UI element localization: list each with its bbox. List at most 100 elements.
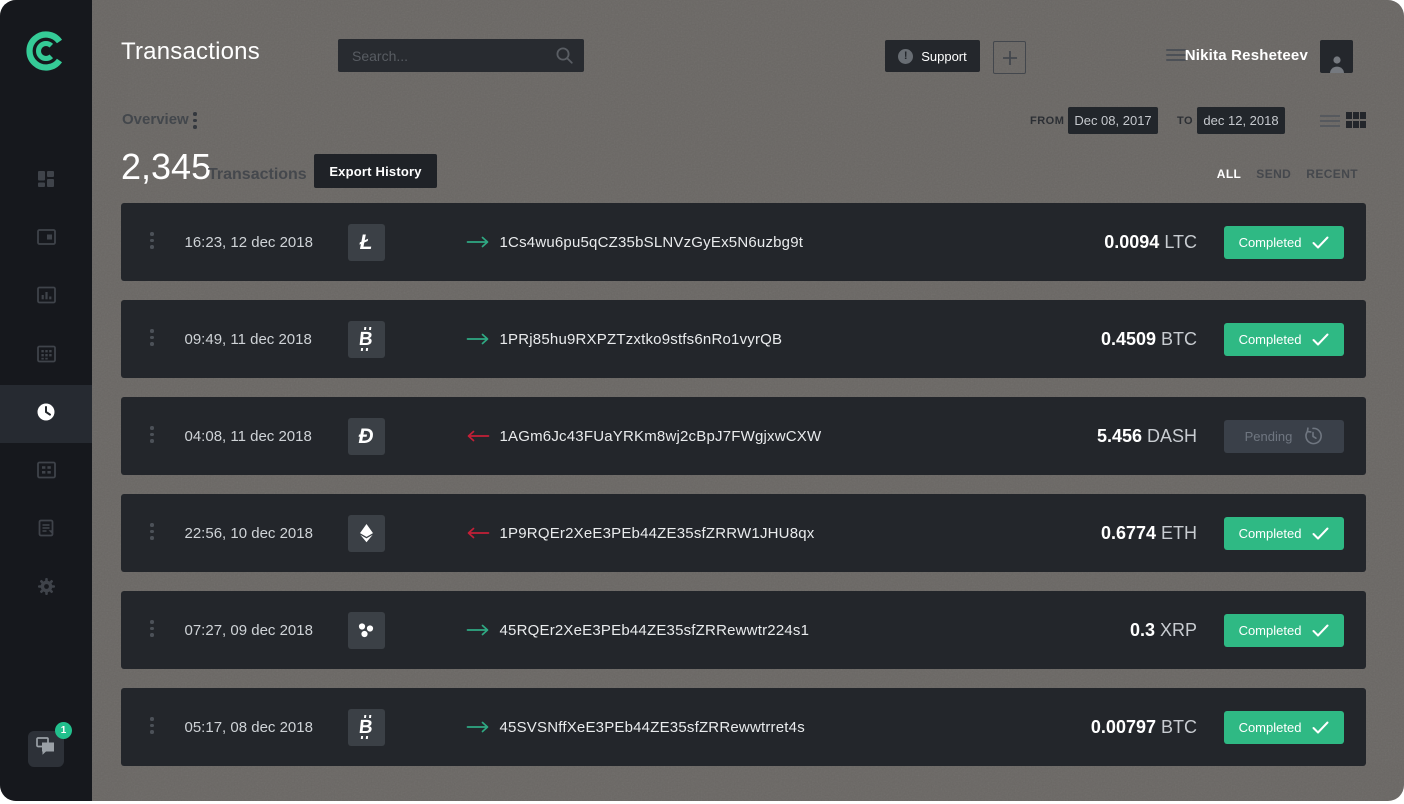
sidebar-item-settings-gear[interactable] — [0, 560, 92, 618]
transaction-amount: 0.4509BTC — [1101, 329, 1197, 350]
history-clock-icon — [36, 402, 56, 427]
row-menu-icon[interactable] — [150, 523, 154, 543]
sidebar-item-table[interactable] — [0, 443, 92, 501]
transaction-datetime: 04:08, 11 dec 2018 — [185, 428, 348, 445]
person-icon — [1327, 54, 1347, 73]
chat-button[interactable]: 1 — [28, 731, 64, 767]
transaction-datetime: 16:23, 12 dec 2018 — [185, 234, 348, 251]
transaction-amount: 0.00797BTC — [1091, 717, 1197, 738]
sidebar-item-history-clock[interactable] — [0, 385, 92, 443]
sidebar: 1 — [0, 0, 92, 801]
bitcoin-icon: B — [348, 709, 385, 746]
transaction-row[interactable]: 09:49, 11 dec 2018 B 1PRj85hu9RXPZTzxtko… — [121, 300, 1366, 378]
grid-view-icon[interactable] — [1346, 112, 1366, 128]
app-window: 1 Transactions ! Support Nikita Reshetee… — [0, 0, 1404, 801]
transaction-datetime: 07:27, 09 dec 2018 — [185, 622, 348, 639]
overview-label[interactable]: Overview — [122, 111, 189, 128]
page-title: Transactions — [121, 38, 260, 66]
sidebar-item-calendar[interactable] — [0, 327, 92, 385]
transaction-address: 1Cs4wu6pu5qCZ35bSLNVzGyEx5N6uzbg9t — [500, 234, 804, 251]
status-badge-completed[interactable]: Completed — [1224, 323, 1344, 356]
row-menu-icon[interactable] — [150, 426, 154, 446]
status-badge-completed[interactable]: Completed — [1224, 226, 1344, 259]
transactions-list: 16:23, 12 dec 2018 Ł 1Cs4wu6pu5qCZ35bSLN… — [121, 203, 1366, 766]
status-badge-pending[interactable]: Pending — [1224, 420, 1344, 453]
status-badge-completed[interactable]: Completed — [1224, 711, 1344, 744]
arrow-left-icon — [466, 430, 490, 442]
transaction-datetime: 05:17, 08 dec 2018 — [185, 719, 348, 736]
check-icon — [1312, 527, 1329, 540]
transaction-row[interactable]: 07:27, 09 dec 2018 45RQEr2XeE3PEb44ZE35s… — [121, 591, 1366, 669]
date-to-picker[interactable]: dec 12, 2018 — [1197, 107, 1285, 134]
chat-icon — [35, 736, 57, 762]
arrow-right-icon — [466, 721, 490, 733]
arrow-right-icon — [466, 236, 490, 248]
avatar[interactable] — [1320, 40, 1353, 73]
row-menu-icon[interactable] — [150, 232, 154, 252]
bitcoin-icon: B — [348, 321, 385, 358]
dash-icon: Ɖ — [348, 418, 385, 455]
transaction-address: 45SVSNffXeE3PEb44ZE35sfZRRewwtrret4s — [500, 719, 805, 736]
transactions-count-caption: Transactions — [208, 166, 307, 184]
add-button[interactable] — [993, 41, 1026, 74]
chat-notification-badge: 1 — [55, 722, 72, 739]
search-input[interactable] — [338, 39, 543, 72]
transaction-amount: 0.3XRP — [1130, 620, 1197, 641]
transaction-amount: 0.6774ETH — [1101, 523, 1197, 544]
plus-icon — [1002, 50, 1018, 66]
main-content: Transactions ! Support Nikita Resheteev — [92, 0, 1404, 801]
info-icon: ! — [898, 49, 913, 64]
transaction-row[interactable]: 05:17, 08 dec 2018 B 45SVSNffXeE3PEb44ZE… — [121, 688, 1366, 766]
transaction-address: 1AGm6Jc43FUaYRKm8wj2cBpJ7FWgjxwCXW — [500, 428, 822, 445]
documents-icon — [37, 519, 55, 542]
transaction-row[interactable]: 22:56, 10 dec 2018 1P9RQEr2XeE3PEb44ZE35… — [121, 494, 1366, 572]
tab-all[interactable]: ALL — [1217, 167, 1242, 181]
transaction-address: 1PRj85hu9RXPZTzxtko9stfs6nRo1vyrQB — [500, 331, 783, 348]
ethereum-icon — [348, 515, 385, 552]
row-menu-icon[interactable] — [150, 620, 154, 640]
transaction-row[interactable]: 04:08, 11 dec 2018 Ɖ 1AGm6Jc43FUaYRKm8wj… — [121, 397, 1366, 475]
tab-send[interactable]: SEND — [1256, 167, 1291, 181]
table-icon — [37, 461, 56, 484]
bar-chart-icon — [37, 286, 56, 309]
transactions-count: 2,345 — [121, 146, 211, 188]
row-menu-icon[interactable] — [150, 717, 154, 737]
sidebar-item-dashboard[interactable] — [0, 152, 92, 210]
arrow-right-icon — [466, 624, 490, 636]
arrow-left-icon — [466, 527, 490, 539]
support-label: Support — [921, 49, 967, 64]
search-box — [338, 39, 584, 72]
menu-icon[interactable] — [1166, 49, 1186, 64]
from-label: FROM — [1030, 115, 1064, 127]
litecoin-icon: Ł — [348, 224, 385, 261]
transaction-row[interactable]: 16:23, 12 dec 2018 Ł 1Cs4wu6pu5qCZ35bSLN… — [121, 203, 1366, 281]
row-menu-icon[interactable] — [150, 329, 154, 349]
search-icon[interactable] — [555, 46, 574, 70]
list-view-icon[interactable] — [1320, 115, 1340, 130]
transaction-address: 1P9RQEr2XeE3PEb44ZE35sfZRRW1JHU8qx — [500, 525, 815, 542]
check-icon — [1312, 624, 1329, 637]
tab-recent[interactable]: RECENT — [1306, 167, 1358, 181]
status-badge-completed[interactable]: Completed — [1224, 517, 1344, 550]
check-icon — [1312, 333, 1329, 346]
ripple-icon — [348, 612, 385, 649]
sidebar-item-wallet[interactable] — [0, 210, 92, 268]
pending-clock-icon — [1303, 426, 1323, 446]
sidebar-item-documents[interactable] — [0, 502, 92, 560]
sidebar-nav — [0, 152, 92, 618]
settings-gear-icon — [37, 577, 56, 601]
sidebar-item-bar-chart[interactable] — [0, 269, 92, 327]
app-logo-icon[interactable] — [22, 27, 70, 75]
filter-tabs: ALL SEND RECENT — [1217, 167, 1358, 181]
user-name[interactable]: Nikita Resheteev — [1185, 47, 1308, 64]
wallet-icon — [37, 228, 56, 251]
check-icon — [1312, 236, 1329, 249]
export-history-button[interactable]: Export History — [314, 154, 437, 188]
date-from-picker[interactable]: Dec 08, 2017 — [1068, 107, 1158, 134]
transaction-datetime: 22:56, 10 dec 2018 — [185, 525, 348, 542]
check-icon — [1312, 721, 1329, 734]
overview-menu-icon[interactable] — [193, 112, 197, 132]
dashboard-icon — [37, 170, 55, 193]
status-badge-completed[interactable]: Completed — [1224, 614, 1344, 647]
support-button[interactable]: ! Support — [885, 40, 980, 72]
